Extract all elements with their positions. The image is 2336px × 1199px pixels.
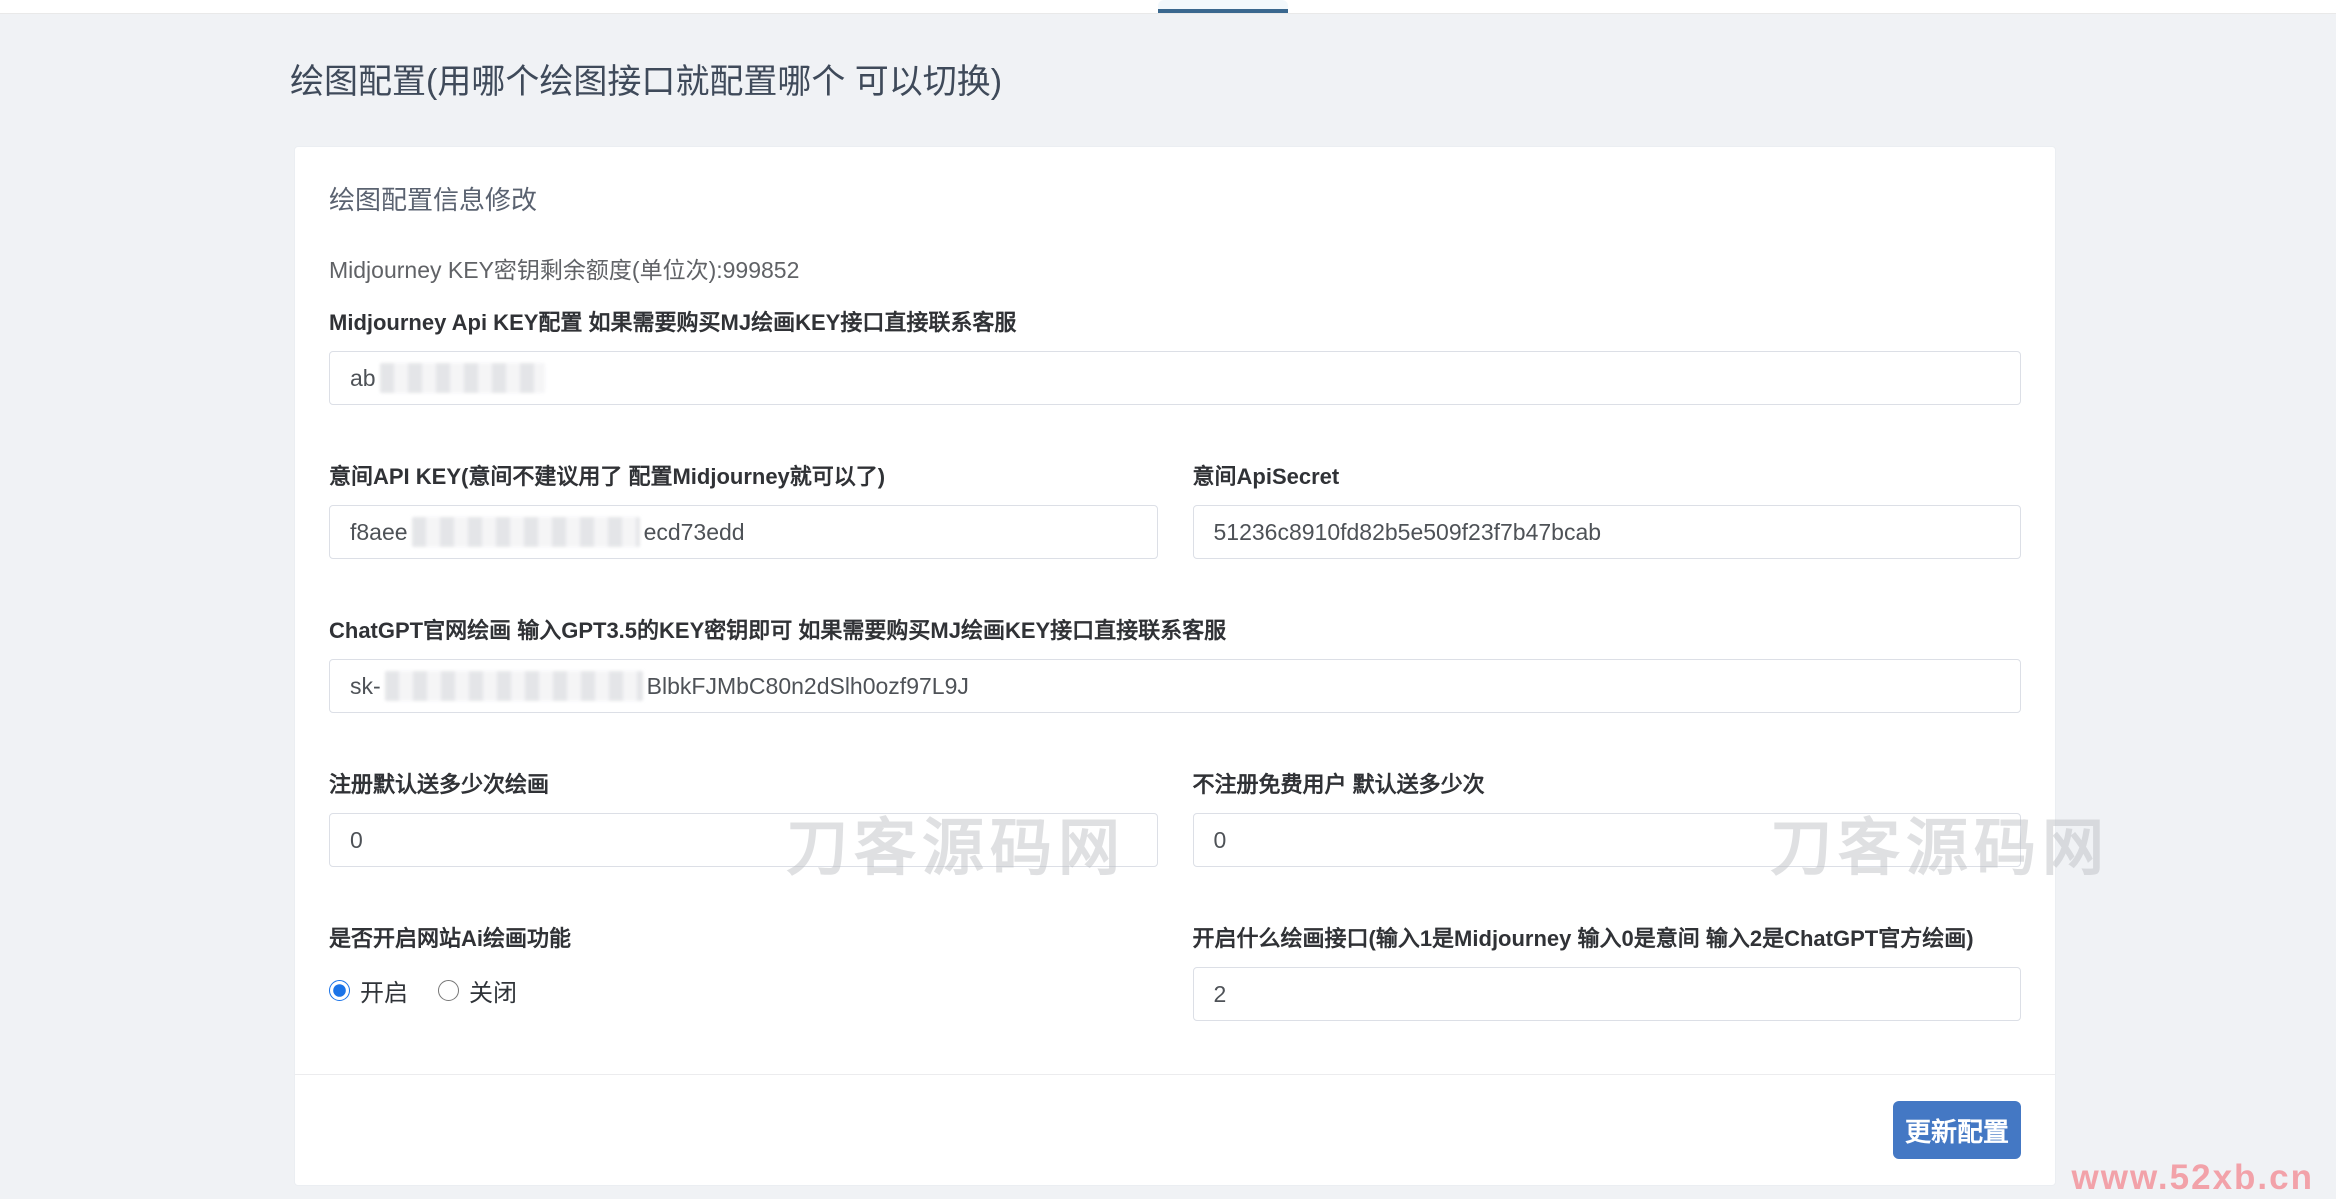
yijian-key-value-prefix: f8aee	[350, 519, 408, 546]
config-card: 绘图配置信息修改 Midjourney KEY密钥剩余额度(单位次):99985…	[294, 146, 2056, 1186]
redaction-blur	[385, 671, 643, 701]
quota-text: Midjourney KEY密钥剩余额度(单位次):999852	[329, 257, 2021, 283]
redaction-blur	[380, 363, 545, 393]
active-tab-indicator[interactable]	[1158, 0, 1288, 13]
yijian-secret-label: 意间ApiSecret	[1193, 463, 2022, 491]
mj-key-label: Midjourney Api KEY配置 如果需要购买MJ绘画KEY接口直接联系…	[329, 309, 2021, 337]
config-form: 绘图配置信息修改 Midjourney KEY密钥剩余额度(单位次):99985…	[295, 147, 2055, 1021]
guest-count-input[interactable]	[1193, 813, 2022, 867]
card-title: 绘图配置信息修改	[329, 185, 2021, 215]
form-group-yijian-key: 意间API KEY(意间不建议用了 配置Midjourney就可以了) f8ae…	[329, 463, 1158, 559]
radio-on-input[interactable]	[329, 980, 350, 1001]
radio-option-off[interactable]: 关闭	[438, 973, 517, 1008]
card-footer: 更新配置	[295, 1074, 2055, 1185]
chatgpt-key-value-prefix: sk-	[350, 673, 381, 700]
form-group-register-count: 注册默认送多少次绘画	[329, 771, 1158, 867]
form-group-ai-enabled: 是否开启网站Ai绘画功能 开启 关闭	[329, 925, 1158, 1005]
interface-select-label: 开启什么绘画接口(输入1是Midjourney 输入0是意间 输入2是ChatG…	[1193, 925, 2022, 953]
update-config-button[interactable]: 更新配置	[1893, 1101, 2021, 1159]
radio-on-label: 开启	[360, 973, 408, 1008]
register-count-input[interactable]	[329, 813, 1158, 867]
ai-enabled-radio-group: 开启 关闭	[329, 975, 1158, 1005]
register-count-label: 注册默认送多少次绘画	[329, 771, 1158, 799]
yijian-secret-input[interactable]	[1193, 505, 2022, 559]
form-row-free-counts: 注册默认送多少次绘画 不注册免费用户 默认送多少次	[329, 713, 2021, 867]
ai-enabled-label: 是否开启网站Ai绘画功能	[329, 925, 1158, 953]
page-content: 绘图配置(用哪个绘图接口就配置哪个 可以切换) 绘图配置信息修改 Midjour…	[0, 14, 2336, 1186]
form-row-yijian: 意间API KEY(意间不建议用了 配置Midjourney就可以了) f8ae…	[329, 405, 2021, 559]
chatgpt-key-input[interactable]: sk- BlbkFJMbC80n2dSlh0ozf97L9J	[329, 659, 2021, 713]
form-group-yijian-secret: 意间ApiSecret	[1193, 463, 2022, 559]
guest-count-label: 不注册免费用户 默认送多少次	[1193, 771, 2022, 799]
yijian-key-label: 意间API KEY(意间不建议用了 配置Midjourney就可以了)	[329, 463, 1158, 491]
chatgpt-key-value-suffix: BlbkFJMbC80n2dSlh0ozf97L9J	[647, 673, 969, 700]
form-row-toggle-interface: 是否开启网站Ai绘画功能 开启 关闭	[329, 867, 2021, 1021]
redaction-blur	[412, 517, 640, 547]
radio-option-on[interactable]: 开启	[329, 973, 408, 1008]
yijian-key-input[interactable]: f8aee ecd73edd	[329, 505, 1158, 559]
radio-off-input[interactable]	[438, 980, 459, 1001]
radio-off-label: 关闭	[469, 973, 517, 1008]
page-title: 绘图配置(用哪个绘图接口就配置哪个 可以切换)	[290, 62, 2336, 102]
yijian-key-value-suffix: ecd73edd	[644, 519, 745, 546]
form-group-chatgpt-key: ChatGPT官网绘画 输入GPT3.5的KEY密钥即可 如果需要购买MJ绘画K…	[329, 617, 2021, 713]
form-group-mj-key: Midjourney Api KEY配置 如果需要购买MJ绘画KEY接口直接联系…	[329, 309, 2021, 405]
chatgpt-key-label: ChatGPT官网绘画 输入GPT3.5的KEY密钥即可 如果需要购买MJ绘画K…	[329, 617, 2021, 645]
mj-key-input[interactable]: ab	[329, 351, 2021, 405]
top-nav-bar	[0, 0, 2336, 14]
form-group-guest-count: 不注册免费用户 默认送多少次	[1193, 771, 2022, 867]
mj-key-value-prefix: ab	[350, 365, 376, 392]
form-group-interface-select: 开启什么绘画接口(输入1是Midjourney 输入0是意间 输入2是ChatG…	[1193, 925, 2022, 1021]
interface-select-input[interactable]	[1193, 967, 2022, 1021]
